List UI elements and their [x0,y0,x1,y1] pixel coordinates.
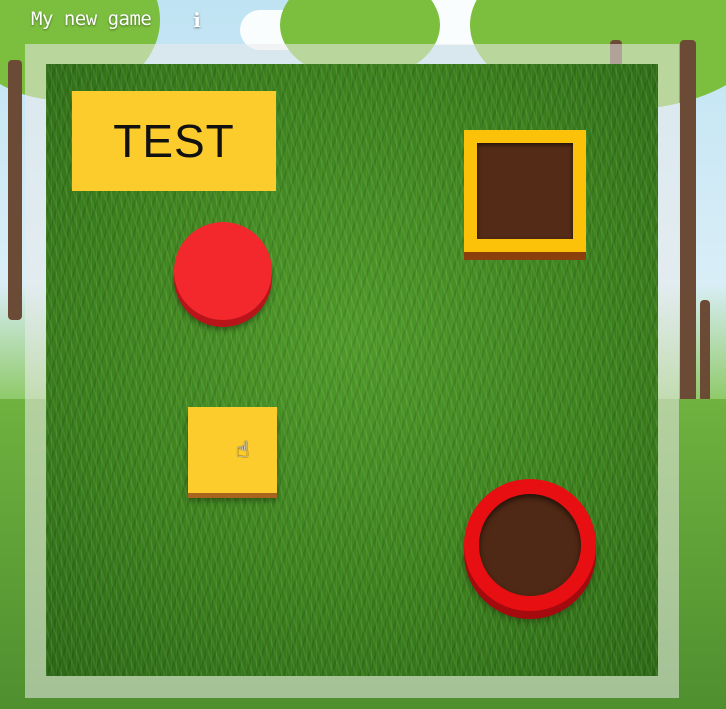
game-title: My new game [31,8,152,30]
info-icon[interactable]: i [189,9,205,31]
circle-hole[interactable] [464,479,596,611]
top-bar: My new game i [0,0,726,40]
yellow-square-piece[interactable] [188,407,277,493]
red-circle-piece[interactable] [174,222,272,320]
circle-hole-interior [479,494,581,596]
square-hole-interior [477,143,573,239]
hand-pointer-icon: ☝ [236,438,250,463]
test-label: TEST [72,91,276,191]
square-hole[interactable] [464,130,586,252]
